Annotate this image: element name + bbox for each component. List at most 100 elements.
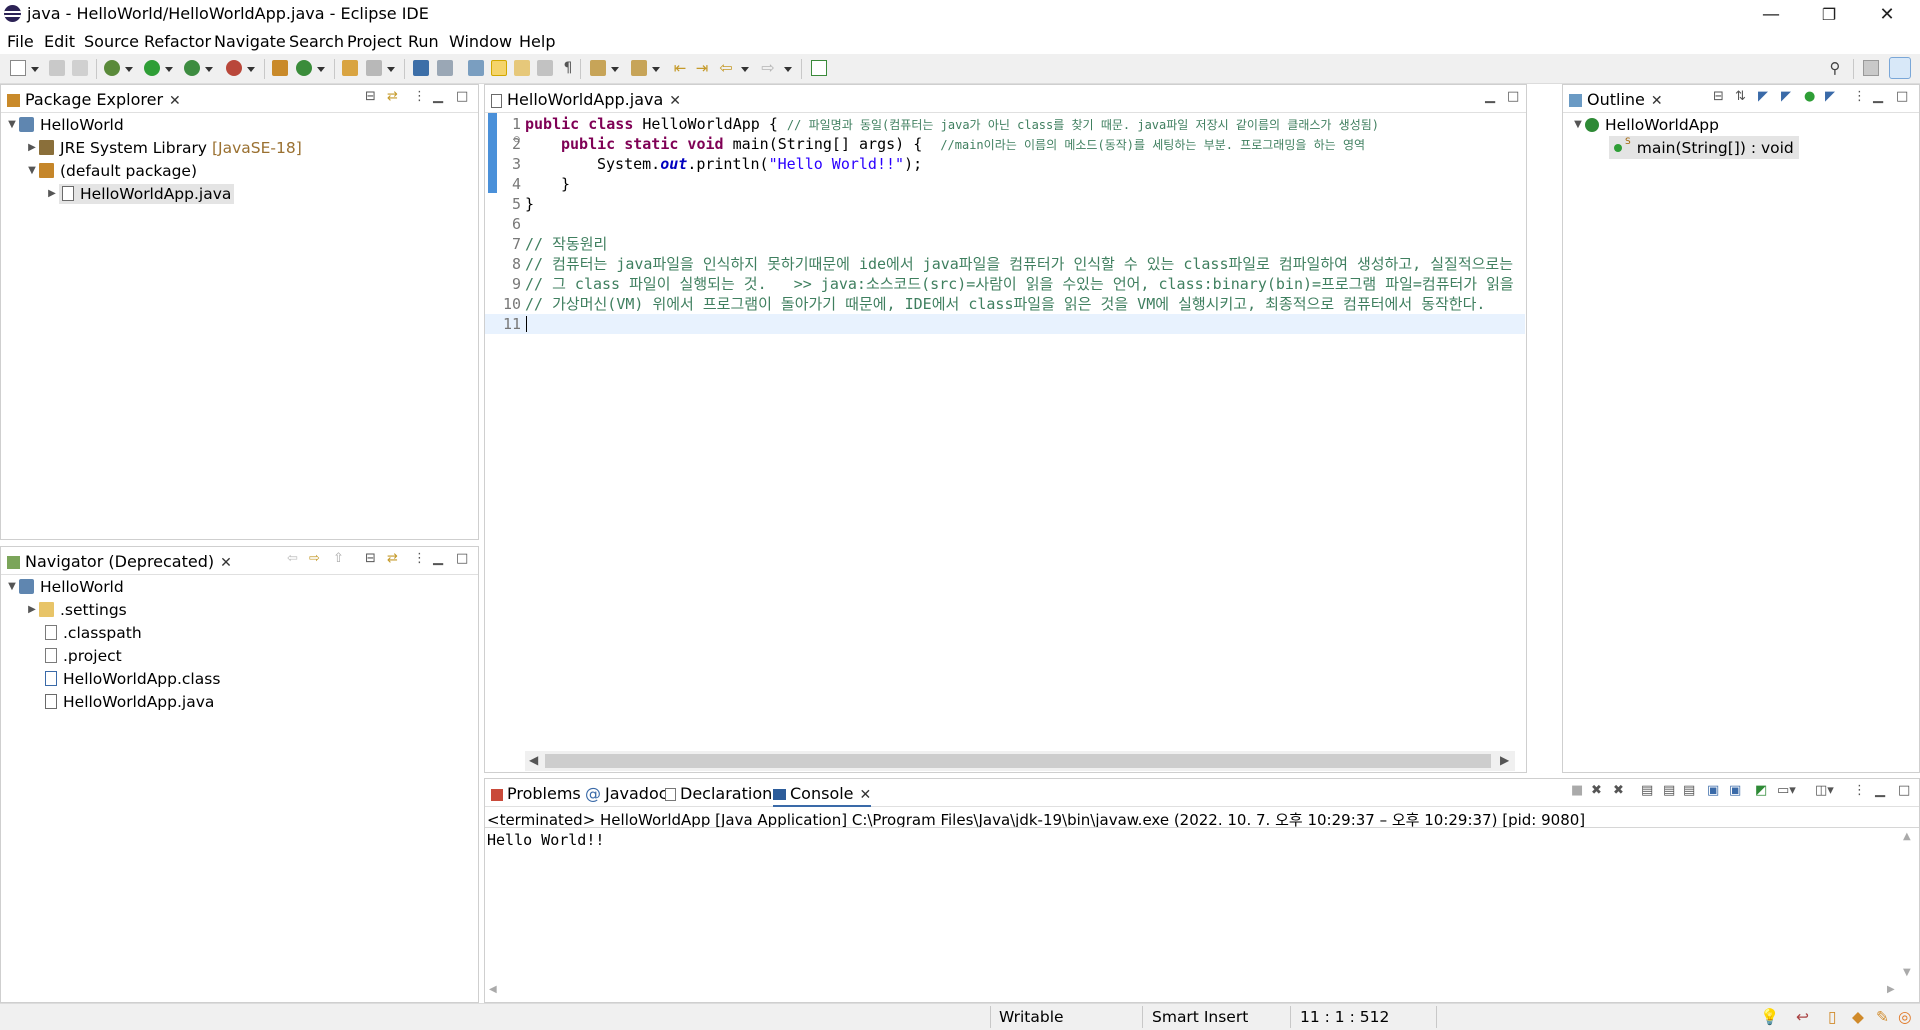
next-annotation-icon[interactable] [590,60,606,76]
code-area[interactable]: public class HelloWorldApp { // 파일명과 동일(… [525,114,1515,354]
word-wrap-icon[interactable] [537,60,553,76]
show-stdout-icon[interactable]: ▣ [1707,783,1719,798]
save-icon[interactable] [49,60,65,76]
scroll-left-icon[interactable]: ◀ [529,753,538,767]
word-wrap-icon[interactable]: ▤ [1683,783,1695,798]
close-icon[interactable]: ✕ [669,93,681,109]
toggle-breadcrumb-icon[interactable] [468,60,484,76]
maximize-view-icon[interactable]: □ [456,551,468,566]
scroll-up-icon[interactable]: ▲ [1903,831,1911,842]
maximize-view-icon[interactable]: □ [1898,783,1910,798]
close-icon[interactable]: ✕ [169,93,181,109]
clear-console-icon[interactable]: ▤ [1641,783,1653,798]
tree-item-settings-folder[interactable]: ▶ .settings [25,598,127,621]
chevron-down-icon[interactable]: ▼ [5,581,19,592]
fold-minus-icon[interactable]: ⊖ [513,135,521,145]
tab-navigator[interactable]: Navigator (Deprecated) ✕ [7,552,232,571]
mark-occurrences-icon[interactable] [491,60,507,76]
tree-item-project-file[interactable]: .project [45,644,122,667]
run-dropdown-icon[interactable] [165,67,173,72]
scroll-lock-icon[interactable]: ▤ [1663,783,1675,798]
tab-outline[interactable]: Outline ✕ [1569,90,1663,109]
back-icon[interactable]: ⇦ [718,60,734,76]
menu-file[interactable]: File [7,32,34,51]
view-menu-icon[interactable]: ⋮ [413,89,426,104]
debug-dropdown-icon[interactable] [125,67,133,72]
next-edit-icon[interactable]: ⇥ [694,60,710,76]
save-all-icon[interactable] [72,60,88,76]
menu-run[interactable]: Run [408,32,439,51]
block-selection-icon[interactable] [514,60,530,76]
display-console-icon[interactable]: ▭▾ [1777,783,1796,798]
close-icon[interactable]: ✕ [220,555,232,571]
tab-javadoc[interactable]: @ Javadoc [585,784,668,803]
coverage-dropdown-icon[interactable] [205,67,213,72]
link-with-editor-icon[interactable]: ⇄ [387,551,398,566]
new-icon[interactable] [10,60,26,76]
next-annotation-dropdown-icon[interactable] [611,67,619,72]
open-task-icon[interactable] [811,60,827,76]
marketplace-icon[interactable]: ✎ [1876,1008,1889,1026]
chevron-down-icon[interactable]: ▼ [25,165,39,176]
show-stderr-icon[interactable]: ▣ [1729,783,1741,798]
tree-item-java-file[interactable]: HelloWorldApp.java [45,690,214,713]
debug-icon[interactable] [104,60,120,76]
forward-icon[interactable]: ⇨ [760,60,776,76]
tree-item-project[interactable]: ▼ HelloWorld [5,575,124,598]
external-tools-icon[interactable] [226,60,242,76]
tutorial-icon[interactable]: ◆ [1852,1008,1864,1026]
close-window-button[interactable]: ✕ [1858,0,1916,29]
menu-help[interactable]: Help [519,32,555,51]
hide-local-types-icon[interactable]: ◤ [1825,89,1835,104]
new-dropdown-icon[interactable] [31,67,39,72]
minimize-view-icon[interactable]: ▁ [433,89,443,104]
menu-source[interactable]: Source [84,32,139,51]
java-perspective-icon[interactable] [1889,57,1911,79]
chevron-right-icon[interactable]: ▶ [25,142,39,153]
menu-navigate[interactable]: Navigate [214,32,286,51]
previous-annotation-icon[interactable] [631,60,647,76]
tab-console[interactable]: Console ✕ [773,784,872,807]
menu-window[interactable]: Window [449,32,512,51]
minimize-view-icon[interactable]: ▁ [1875,783,1885,798]
outline-item-method[interactable]: S main(String[]) : void [1609,136,1799,159]
view-menu-icon[interactable]: ⋮ [1853,783,1866,798]
book-icon[interactable]: ▯ [1828,1008,1837,1026]
minimize-view-icon[interactable]: ▁ [1485,89,1495,104]
tab-package-explorer[interactable]: Package Explorer ✕ [7,90,181,109]
scroll-left-icon[interactable]: ◀ [489,984,497,995]
scroll-right-icon[interactable]: ▶ [1887,984,1895,995]
chevron-down-icon[interactable]: ▼ [5,119,19,130]
external-tools-dropdown-icon[interactable] [247,67,255,72]
tip-lightbulb-icon[interactable]: 💡 [1760,1008,1779,1026]
scroll-right-icon[interactable]: ▶ [1500,753,1509,767]
minimize-view-icon[interactable]: ▁ [1873,89,1883,104]
new-java-project-icon[interactable] [272,60,288,76]
up-icon[interactable]: ⇧ [333,551,344,566]
hide-nonpublic-icon[interactable]: ● [1804,89,1815,104]
open-perspective-icon[interactable] [1863,60,1879,76]
search-icon[interactable]: ⚲ [1827,60,1843,76]
chevron-right-icon[interactable]: ▶ [25,604,39,615]
tree-item-class-file[interactable]: HelloWorldApp.class [45,667,220,690]
collapse-all-icon[interactable]: ⊟ [365,551,376,566]
collapse-all-icon[interactable]: ⊟ [1713,89,1724,104]
status-insert-mode[interactable]: Smart Insert [1152,1008,1248,1026]
maximize-view-icon[interactable]: □ [456,89,468,104]
pin-console-icon[interactable]: ◩ [1755,783,1767,798]
hide-static-icon[interactable]: ◤ [1781,89,1791,104]
progress-icon[interactable]: ↩ [1796,1008,1809,1026]
help-icon[interactable]: ◎ [1898,1008,1912,1026]
last-edit-icon[interactable]: ⇤ [672,60,688,76]
tab-problems[interactable]: Problems [491,784,581,803]
chevron-down-icon[interactable]: ▼ [1571,119,1585,130]
view-menu-icon[interactable]: ⋮ [1853,89,1866,104]
new-class-dropdown-icon[interactable] [317,67,325,72]
tab-declaration[interactable]: Declaration [665,784,772,803]
link-with-editor-icon[interactable]: ⇄ [387,89,398,104]
open-type-icon[interactable] [342,60,358,76]
sort-icon[interactable]: ⇅ [1735,89,1746,104]
view-menu-icon[interactable]: ⋮ [413,551,426,566]
restore-button[interactable]: ❐ [1800,0,1858,29]
close-icon[interactable]: ✕ [860,787,872,803]
